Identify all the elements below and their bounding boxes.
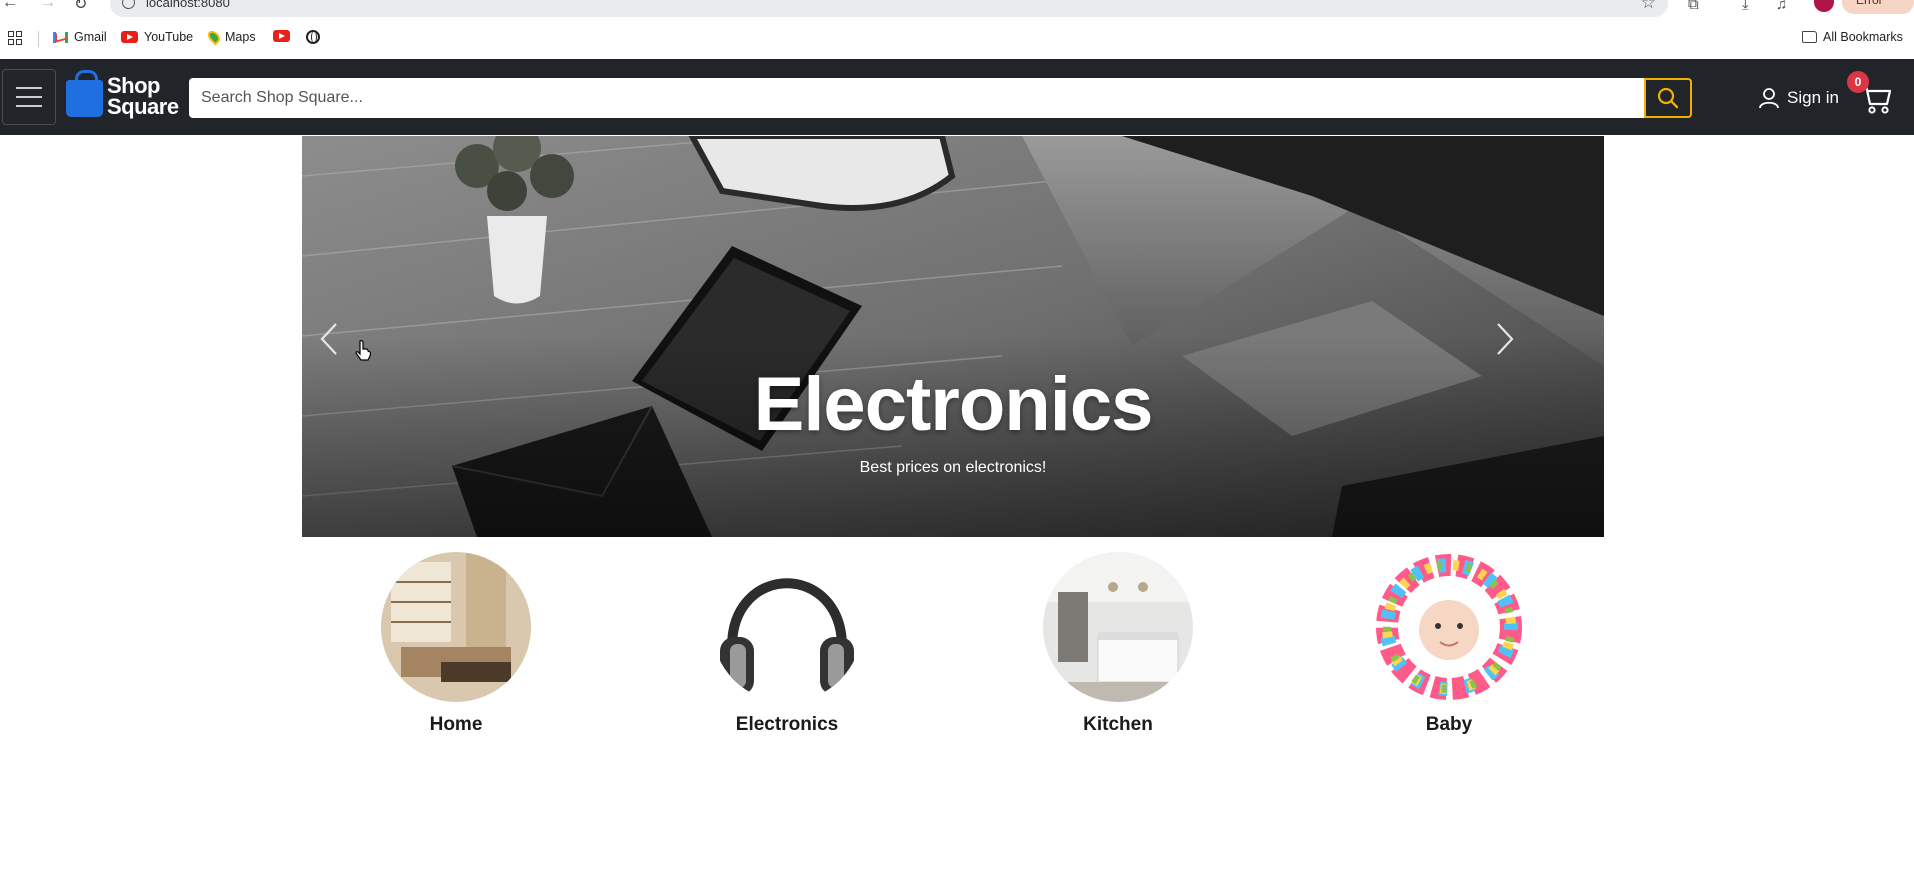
hand-cursor-icon [355,340,372,361]
menu-button[interactable] [2,69,56,125]
category-kitchen-image [1043,552,1193,702]
bookmark-label: Maps [225,30,256,44]
search-icon [1657,87,1679,109]
logo-line-1: Shop [107,72,160,98]
bookmark-gmail[interactable]: Gmail [53,30,107,44]
apps-grid-icon[interactable] [8,31,22,45]
bookmarks-bar: Gmail YouTube Maps All Bookmarks [0,24,1914,52]
bookmark-label: Gmail [74,30,107,44]
search-button[interactable] [1644,78,1692,118]
forward-icon[interactable]: → [40,0,56,12]
extensions-icon[interactable]: ⧉ [1688,0,1699,13]
hero-carousel: Electronics Best prices on electronics! [302,136,1604,537]
carousel-title: Electronics [753,362,1154,447]
maps-icon [205,28,223,46]
youtube-icon [121,31,138,43]
category-label: Electronics [735,714,839,735]
site-header: Shop Square Sign in 0 [0,59,1914,135]
logo-text: Shop Square [107,72,179,119]
bookmark-youtube-2[interactable] [273,30,290,42]
category-label: Kitchen [1083,714,1153,735]
sign-in-button[interactable]: Sign in [1757,86,1839,110]
address-bar[interactable]: localhost:8080 ☆ [110,0,1668,17]
bookmark-divider [38,31,39,47]
sign-in-label: Sign in [1787,88,1839,107]
all-bookmarks-label: All Bookmarks [1823,30,1903,44]
logo-line-2: Square [107,93,179,119]
site-info-icon[interactable] [122,0,135,9]
profile-error-badge[interactable]: Error [1842,0,1914,14]
site-logo[interactable]: Shop Square [66,70,179,119]
bookmark-star-icon[interactable]: ☆ [1641,0,1656,13]
chevron-right-icon [1497,323,1514,355]
category-electronics-image [712,552,862,702]
youtube-icon [273,30,290,42]
back-icon[interactable]: ← [2,0,18,12]
globe-icon [306,30,320,44]
search-input[interactable] [189,78,1644,118]
category-label: Baby [1425,714,1473,735]
bookmark-site[interactable] [306,30,320,44]
browser-toolbar: ← → ↻ localhost:8080 ☆ ⧉ ⤓ ♫ Error [0,0,1914,20]
carousel-prev-button[interactable] [309,319,349,359]
media-icon[interactable]: ♫ [1776,0,1787,13]
carousel-next-button[interactable] [1485,319,1525,359]
gmail-icon [53,31,68,43]
shopping-bag-icon [66,70,103,117]
bookmark-maps[interactable]: Maps [205,28,256,46]
profile-avatar[interactable] [1814,0,1834,12]
category-row: Home Electronics Kitchen Baby [302,552,1604,752]
category-baby-image [1374,552,1524,702]
user-icon [1759,88,1779,109]
category-kitchen[interactable]: Kitchen [1018,552,1218,736]
hamburger-icon [16,87,42,89]
folder-icon [1802,31,1817,43]
chevron-left-icon [320,323,337,355]
bookmark-label: YouTube [144,30,194,44]
carousel-subtitle: Best prices on electronics! [859,459,1047,476]
headphones-icon [712,552,862,702]
category-label: Home [429,714,483,735]
search-bar [189,78,1692,118]
category-home[interactable]: Home [356,552,556,736]
category-electronics[interactable]: Electronics [687,552,887,736]
downloads-icon[interactable]: ⤓ [1742,0,1749,13]
category-baby[interactable]: Baby [1349,552,1549,736]
reload-icon[interactable]: ↻ [74,0,87,14]
all-bookmarks[interactable]: All Bookmarks [1802,30,1903,44]
category-home-image [381,552,531,702]
cart-count-badge: 0 [1847,71,1869,93]
bookmark-youtube[interactable]: YouTube [121,30,193,44]
url-text: localhost:8080 [146,0,230,10]
